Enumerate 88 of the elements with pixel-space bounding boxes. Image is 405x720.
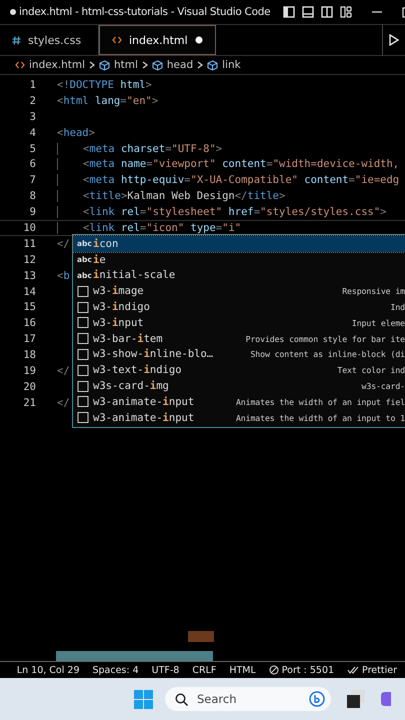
status-item[interactable]: UTF-8 xyxy=(152,664,180,676)
app-window-icon[interactable] xyxy=(347,690,365,708)
line-number: 19 xyxy=(22,364,37,377)
breadcrumb-item[interactable]: html xyxy=(98,59,138,71)
html-file-icon xyxy=(112,36,122,44)
search-icon xyxy=(175,692,188,706)
cube-icon xyxy=(207,60,218,70)
suggestion-item[interactable]: w3-input Input eleme xyxy=(73,314,405,331)
run-icon[interactable] xyxy=(389,34,399,46)
line-number: 12 xyxy=(22,254,37,266)
line-number: 7 xyxy=(28,174,37,186)
line-number: 4 xyxy=(28,126,37,139)
code-line: </ xyxy=(57,396,70,409)
taskbar-search-field[interactable]: Search xyxy=(165,687,331,711)
suggestion-item[interactable]: w3-text-indigo Text color ind xyxy=(73,362,405,378)
line-number: 6 xyxy=(28,158,37,170)
class-icon xyxy=(77,302,89,313)
suggestion-item[interactable]: w3-animate-input Animates the width of an input fiel xyxy=(73,394,405,410)
suggestion-item[interactable]: w3-show-inline-blo… Show content as inline-block (di xyxy=(73,346,405,362)
line-number: 1 xyxy=(28,78,37,91)
status-item[interactable]: HTML xyxy=(229,664,256,676)
class-icon xyxy=(77,364,89,376)
code-line: <html lang="en"> xyxy=(57,94,158,107)
editor-tab[interactable]: index.html xyxy=(99,25,216,55)
line-number: 16 xyxy=(22,317,37,330)
status-item[interactable]: Spaces: 4 xyxy=(92,664,139,676)
panel-layout-icon[interactable] xyxy=(302,6,314,18)
class-icon xyxy=(77,396,89,408)
breadcrumb-item[interactable]: index.html xyxy=(15,59,85,71)
hash-icon xyxy=(12,36,21,44)
class-icon xyxy=(77,333,89,344)
line-number: 14 xyxy=(22,286,37,298)
suggestion-item[interactable]: w3-image Responsive im xyxy=(73,283,405,300)
status-item[interactable]: Port : 5501 xyxy=(268,664,334,676)
class-icon xyxy=(77,286,89,297)
line-number: 17 xyxy=(22,333,37,346)
double-check-icon xyxy=(347,666,360,674)
code-line: <head> xyxy=(57,126,95,139)
code-line: </ xyxy=(57,364,70,377)
line-number: 21 xyxy=(22,396,37,409)
code-line: <meta charset="UTF-8"> xyxy=(57,142,222,154)
line-number: 10 xyxy=(22,222,37,234)
suggestion-item[interactable]: w3s-card-img w3s-card- xyxy=(73,378,405,394)
line-number: 5 xyxy=(28,142,37,154)
code-line: <!DOCTYPE html> xyxy=(57,78,152,91)
suggestion-item[interactable]: w3-bar-item Provides common style for bar ite xyxy=(73,330,405,347)
chevron-right-icon xyxy=(142,61,148,69)
class-icon xyxy=(77,348,89,360)
line-number: 8 xyxy=(28,190,37,202)
suggestion-item[interactable]: w3-indigo Ind xyxy=(73,299,405,315)
code-line: <meta http-equiv="X-UA-Compatible" content="ie=edg xyxy=(57,174,400,186)
cube-icon xyxy=(152,60,163,70)
status-item[interactable]: CRLF xyxy=(192,664,216,676)
split-layout-icon[interactable] xyxy=(321,6,334,18)
breadcrumb-item[interactable]: head xyxy=(152,59,194,71)
class-icon xyxy=(77,317,89,328)
status-item[interactable]: Ln 10, Col 29 xyxy=(16,664,80,676)
code-line: <link rel="stylesheet" href="styles/styles.css"> xyxy=(57,206,386,218)
line-number: 15 xyxy=(22,301,37,314)
class-icon xyxy=(77,412,89,424)
chat-bubble-icon[interactable] xyxy=(309,691,325,707)
chevron-right-icon xyxy=(197,61,204,69)
line-number: 11 xyxy=(22,238,37,250)
no-entry-icon xyxy=(268,665,279,675)
code-line: <title>Kalman Web Design</title> xyxy=(57,190,286,202)
breadcrumb-item[interactable]: link xyxy=(207,59,241,71)
minimap-marker xyxy=(188,631,214,642)
suggestion-item[interactable]: w3-animate-input Animates the width of an input to 1 xyxy=(73,410,405,426)
sidebar-layout-icon[interactable] xyxy=(283,6,296,18)
chevron-right-icon xyxy=(88,61,95,69)
code-line: <link rel="icon" type="i" xyxy=(57,222,242,234)
window-title: index.html - html-css-tutorials - Visual Studio Code xyxy=(19,6,270,18)
status-item[interactable]: Prettier xyxy=(347,664,397,676)
cube-icon xyxy=(98,60,110,70)
chat-app-icon[interactable] xyxy=(381,690,391,708)
code-line: <b xyxy=(57,270,70,282)
line-number: 20 xyxy=(22,380,37,393)
code-line: <meta name="viewport" content="width=device-width, xyxy=(57,158,400,170)
line-number: 9 xyxy=(28,206,37,218)
html-file-icon xyxy=(15,61,25,69)
line-number: 3 xyxy=(28,110,37,123)
customize-layout-icon[interactable] xyxy=(340,6,352,18)
line-number: 18 xyxy=(22,349,37,362)
code-line: </ xyxy=(57,238,70,250)
class-icon xyxy=(77,380,89,392)
scrollbar-thumb[interactable] xyxy=(56,651,213,661)
line-number: 13 xyxy=(22,270,37,282)
line-number: 2 xyxy=(28,94,37,107)
